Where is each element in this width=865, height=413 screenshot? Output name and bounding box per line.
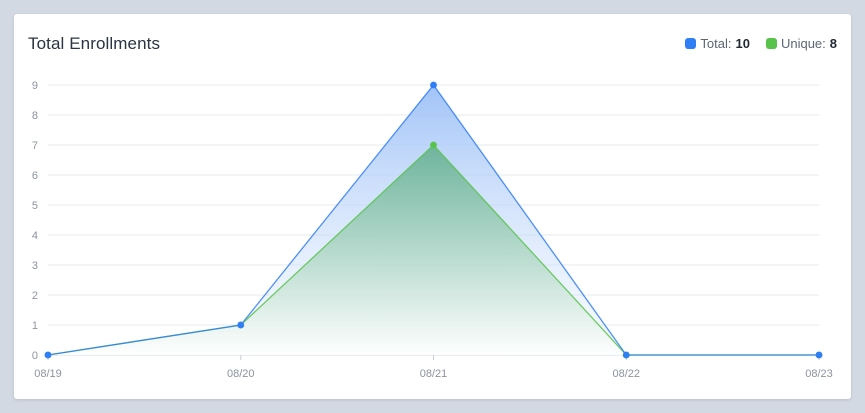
y-tick-label: 1 — [32, 320, 38, 332]
x-tick-label: 08/22 — [612, 368, 640, 380]
y-tick-label: 5 — [32, 200, 38, 212]
y-tick-label: 7 — [32, 140, 38, 152]
y-tick-label: 6 — [32, 170, 38, 182]
y-tick-label: 4 — [32, 230, 38, 242]
x-tick-label: 08/23 — [805, 368, 833, 380]
enrollments-card: Total Enrollments Total: 10 Unique: 8 01… — [14, 14, 851, 399]
point-total — [815, 351, 823, 359]
point-total — [622, 351, 630, 359]
area-unique — [48, 145, 819, 355]
enrollments-chart: 0 1 2 3 4 5 6 7 8 9 08/19 08/20 08/21 08/22 08/23 — [32, 80, 833, 380]
x-tick-label: 08/19 — [34, 368, 62, 380]
point-total — [430, 81, 437, 89]
point-total — [44, 351, 52, 359]
point-total — [237, 321, 245, 329]
y-tick-label: 9 — [32, 80, 38, 92]
y-tick-label: 3 — [32, 260, 38, 272]
point-unique — [430, 141, 437, 149]
y-tick-label: 8 — [32, 110, 38, 122]
y-tick-label: 0 — [32, 350, 38, 362]
x-tick-label: 08/21 — [420, 368, 448, 380]
x-tick-label: 08/20 — [227, 368, 255, 380]
y-tick-label: 2 — [32, 290, 38, 302]
